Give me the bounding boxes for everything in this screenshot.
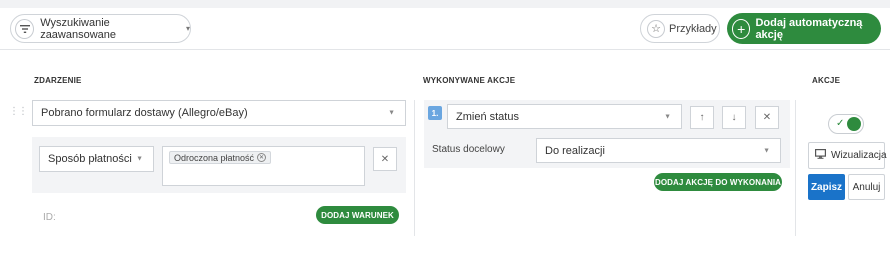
move-up-button[interactable]: ↑: [690, 106, 714, 129]
column-divider: [795, 100, 796, 236]
add-automatic-action-button[interactable]: + Dodaj automatyczną akcję: [727, 13, 881, 44]
drag-handle-icon[interactable]: ⋮⋮: [9, 106, 28, 117]
plus-icon: +: [732, 18, 751, 39]
remove-condition-button[interactable]: ✕: [373, 147, 397, 171]
id-label: ID:: [43, 212, 56, 223]
arrow-up-icon: ↑: [699, 112, 705, 123]
enable-toggle[interactable]: ✓: [828, 114, 864, 134]
toolbar: Wyszukiwanie zaawansowane ▾ ☆ Przykłady …: [0, 8, 890, 50]
condition-tag: Odroczona płatność ✕: [169, 151, 272, 164]
add-condition-button[interactable]: DODAJ WARUNEK: [316, 206, 399, 224]
event-trigger-select[interactable]: Pobrano formularz dostawy (Allegro/eBay)…: [32, 100, 406, 126]
add-action-button[interactable]: DODAJ AKCJĘ DO WYKONANIA: [654, 173, 782, 191]
visualization-label: Wizualizacja: [831, 150, 887, 161]
chevron-down-icon: ▼: [664, 113, 671, 120]
action-number-badge: 1.: [428, 106, 442, 120]
cancel-button[interactable]: Anuluj: [848, 174, 885, 200]
chevron-down-icon: ▾: [185, 24, 190, 33]
filter-icon: [15, 18, 35, 39]
arrow-down-icon: ↓: [731, 112, 737, 123]
examples-button[interactable]: ☆ Przykłady: [640, 14, 720, 43]
close-icon: ✕: [380, 153, 390, 165]
advanced-search-button[interactable]: Wyszukiwanie zaawansowane ▾: [10, 14, 191, 43]
advanced-search-label: Wyszukiwanie zaawansowane: [40, 16, 117, 41]
column-header-actions-performed: WYKONYWANE AKCJE: [423, 76, 516, 85]
action-type-value: Zmień status: [456, 110, 519, 123]
add-automatic-action-label: Dodaj automatyczną akcję: [755, 16, 863, 41]
monitor-icon: [815, 149, 827, 162]
move-down-button[interactable]: ↓: [722, 106, 746, 129]
chevron-down-icon: ▼: [763, 147, 770, 154]
remove-action-button[interactable]: ✕: [755, 106, 779, 129]
condition-field-select[interactable]: Sposób płatności ▼: [39, 146, 154, 172]
condition-field-value: Sposób płatności: [48, 153, 132, 165]
close-icon: ✕: [762, 112, 772, 123]
remove-tag-icon[interactable]: ✕: [257, 153, 267, 162]
target-status-label: Status docelowy: [432, 144, 505, 155]
star-icon: ☆: [647, 19, 665, 38]
save-button[interactable]: Zapisz: [808, 174, 845, 200]
chevron-down-icon: ▼: [388, 109, 395, 117]
column-divider: [414, 100, 415, 236]
condition-values-field[interactable]: Odroczona płatność ✕: [162, 146, 365, 186]
column-header-event: ZDARZENIE: [34, 76, 82, 85]
column-header-actions: AKCJE: [812, 76, 841, 85]
event-trigger-value: Pobrano formularz dostawy (Allegro/eBay): [41, 107, 248, 119]
examples-label: Przykłady: [669, 22, 717, 35]
top-strip: [0, 0, 890, 8]
visualization-button[interactable]: Wizualizacja: [808, 142, 887, 169]
action-type-select[interactable]: Zmień status ▼: [447, 104, 682, 129]
condition-tag-label: Odroczona płatność: [174, 152, 255, 163]
toggle-knob: [847, 117, 861, 131]
check-icon: ✓: [836, 118, 845, 129]
target-status-value: Do realizacji: [545, 144, 605, 157]
target-status-select[interactable]: Do realizacji ▼: [536, 138, 781, 163]
chevron-down-icon: ▼: [136, 155, 143, 163]
